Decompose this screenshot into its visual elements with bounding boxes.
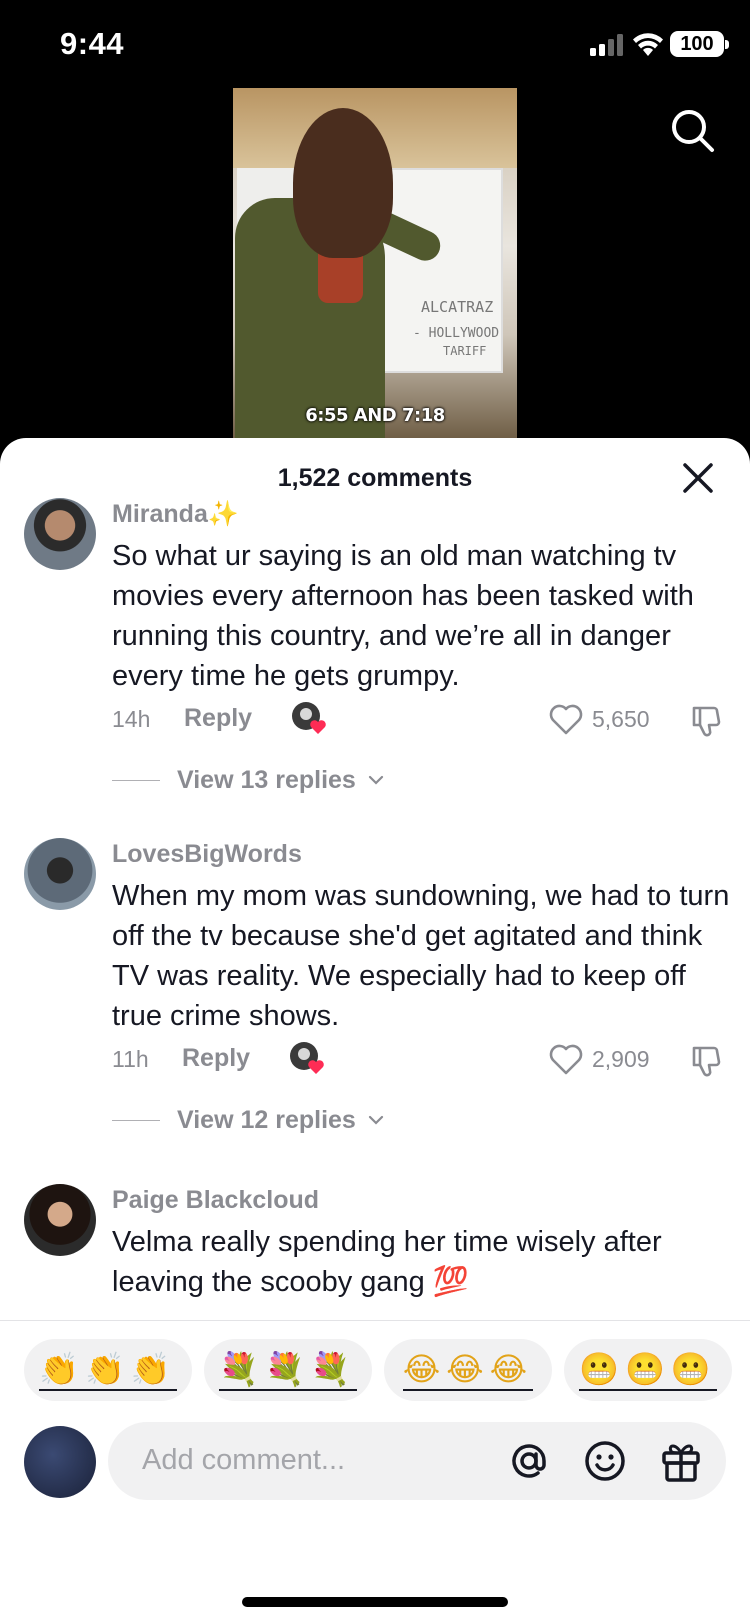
view-replies-button[interactable]: View 12 replies <box>112 1102 512 1138</box>
battery-indicator: 100 <box>670 31 729 57</box>
quick-emoji-bouquet[interactable]: 💐💐💐 <box>204 1339 372 1401</box>
comment-item: Paige Blackcloud Velma really spending h… <box>0 1184 750 1320</box>
comment-input-placeholder[interactable]: Add comment... <box>142 1444 345 1477</box>
search-icon[interactable] <box>668 106 716 154</box>
comment-username[interactable]: Miranda✨ <box>112 500 239 529</box>
comment-username[interactable]: LovesBigWords <box>112 840 302 869</box>
video-person-head <box>293 108 393 258</box>
heart-icon[interactable] <box>548 1042 584 1076</box>
dislike-icon[interactable] <box>688 1042 724 1078</box>
status-time: 9:44 <box>60 26 125 61</box>
comment-meta: 11h Reply 2,909 <box>112 1040 732 1080</box>
quick-emoji-laugh[interactable]: 😂😂😂 <box>384 1339 552 1401</box>
screen: 9:44 100 ALCATRAZ - HOLLYWOOD TARIFF 6:5… <box>0 0 750 1624</box>
avatar[interactable] <box>24 838 96 910</box>
quick-emoji-bar: 👏👏👏 💐💐💐 😂😂😂 😬😬😬 <box>0 1320 750 1414</box>
chevron-down-icon <box>368 1115 384 1125</box>
comment-text: When my mom was sundowning, we had to tu… <box>112 880 730 1032</box>
comment-input[interactable]: Add comment... <box>108 1422 726 1500</box>
comments-count-title: 1,522 comments <box>277 464 473 492</box>
quick-emoji-text: 😬😬😬 <box>579 1351 717 1391</box>
comment-timestamp: 11h <box>112 1046 149 1072</box>
comment-text: So what ur saying is an old man watching… <box>112 540 694 692</box>
whiteboard-text: TARIFF <box>443 344 487 358</box>
divider <box>112 780 160 781</box>
whiteboard-text: ALCATRAZ <box>421 298 494 316</box>
comment-meta: 14h Reply 5,650 <box>112 700 732 740</box>
comment-composer: Add comment... <box>0 1414 750 1534</box>
cellular-signal-icon <box>590 34 623 56</box>
creator-liked-icon <box>290 1042 324 1074</box>
video-player[interactable]: ALCATRAZ - HOLLYWOOD TARIFF 6:55 AND 7:1… <box>233 88 517 440</box>
creator-liked-icon <box>292 702 326 734</box>
quick-emoji-text: 👏👏👏 <box>39 1351 177 1391</box>
gift-icon[interactable] <box>660 1439 702 1483</box>
comment-text: Velma really spending her time wisely af… <box>112 1226 662 1298</box>
quick-emoji-text: 💐💐💐 <box>219 1351 357 1391</box>
view-replies-label[interactable]: View 13 replies <box>177 766 356 795</box>
mention-icon[interactable] <box>508 1440 550 1482</box>
comments-sheet: 1,522 comments Miranda✨ So what ur sayin… <box>0 438 750 1624</box>
whiteboard-text: - HOLLYWOOD <box>413 326 500 341</box>
avatar[interactable] <box>24 498 96 570</box>
reply-button[interactable]: Reply <box>184 704 252 733</box>
emoji-icon[interactable] <box>584 1440 626 1482</box>
view-replies-button[interactable]: View 13 replies <box>112 762 512 798</box>
comment-username[interactable]: Paige Blackcloud <box>112 1186 319 1215</box>
view-replies-label[interactable]: View 12 replies <box>177 1106 356 1135</box>
wifi-icon <box>633 33 663 56</box>
quick-emoji-clap[interactable]: 👏👏👏 <box>24 1339 192 1401</box>
comment-item: LovesBigWords When my mom was sundowning… <box>0 838 750 1158</box>
heart-icon[interactable] <box>548 702 584 736</box>
comment-timestamp: 14h <box>112 706 151 732</box>
status-bar: 9:44 100 <box>0 0 750 90</box>
quick-emoji-grimace[interactable]: 😬😬😬 <box>564 1339 732 1401</box>
close-icon[interactable] <box>680 460 716 496</box>
avatar[interactable] <box>24 1184 96 1256</box>
like-count: 5,650 <box>592 706 650 732</box>
divider <box>112 1120 160 1121</box>
quick-emoji-text: 😂😂😂 <box>402 1351 534 1391</box>
like-count: 2,909 <box>592 1046 650 1072</box>
chevron-down-icon <box>368 775 384 785</box>
video-caption: 6:55 AND 7:18 <box>305 405 445 426</box>
user-avatar[interactable] <box>24 1426 96 1498</box>
dislike-icon[interactable] <box>688 702 724 738</box>
home-indicator <box>242 1597 508 1607</box>
reply-button[interactable]: Reply <box>182 1044 250 1073</box>
comment-item: Miranda✨ So what ur saying is an old man… <box>0 498 750 818</box>
